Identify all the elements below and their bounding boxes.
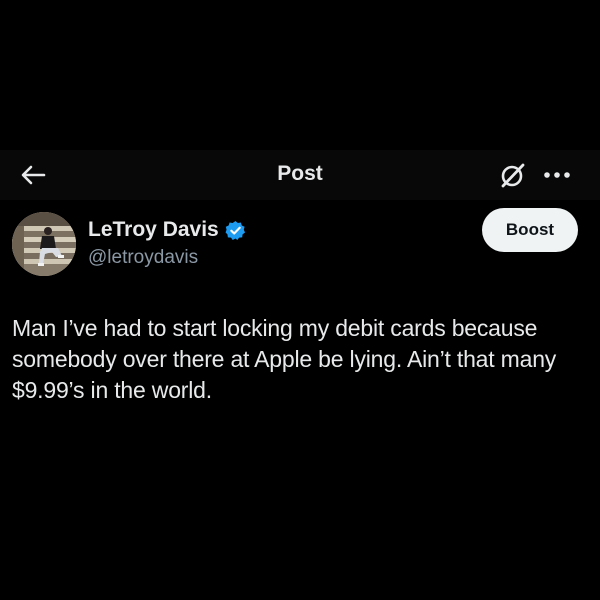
more-horizontal-icon <box>544 172 570 178</box>
avatar-photo <box>12 212 76 276</box>
author-handle[interactable]: @letroydavis <box>88 247 246 269</box>
post-header: Post <box>0 150 600 200</box>
author-row: LeTroy Davis @letroydavis Boost <box>12 208 588 278</box>
boost-button[interactable]: Boost <box>482 208 578 252</box>
grok-button[interactable] <box>498 161 528 189</box>
grok-icon <box>501 163 525 188</box>
author-info: LeTroy Davis @letroydavis <box>88 218 246 269</box>
more-button[interactable] <box>542 170 572 180</box>
avatar[interactable] <box>12 212 76 276</box>
display-name[interactable]: LeTroy Davis <box>88 218 219 242</box>
name-line: LeTroy Davis <box>88 218 246 242</box>
verified-badge-icon <box>225 220 245 240</box>
header-actions <box>498 160 572 190</box>
post-text: Man I’ve had to start locking my debit c… <box>12 315 557 403</box>
